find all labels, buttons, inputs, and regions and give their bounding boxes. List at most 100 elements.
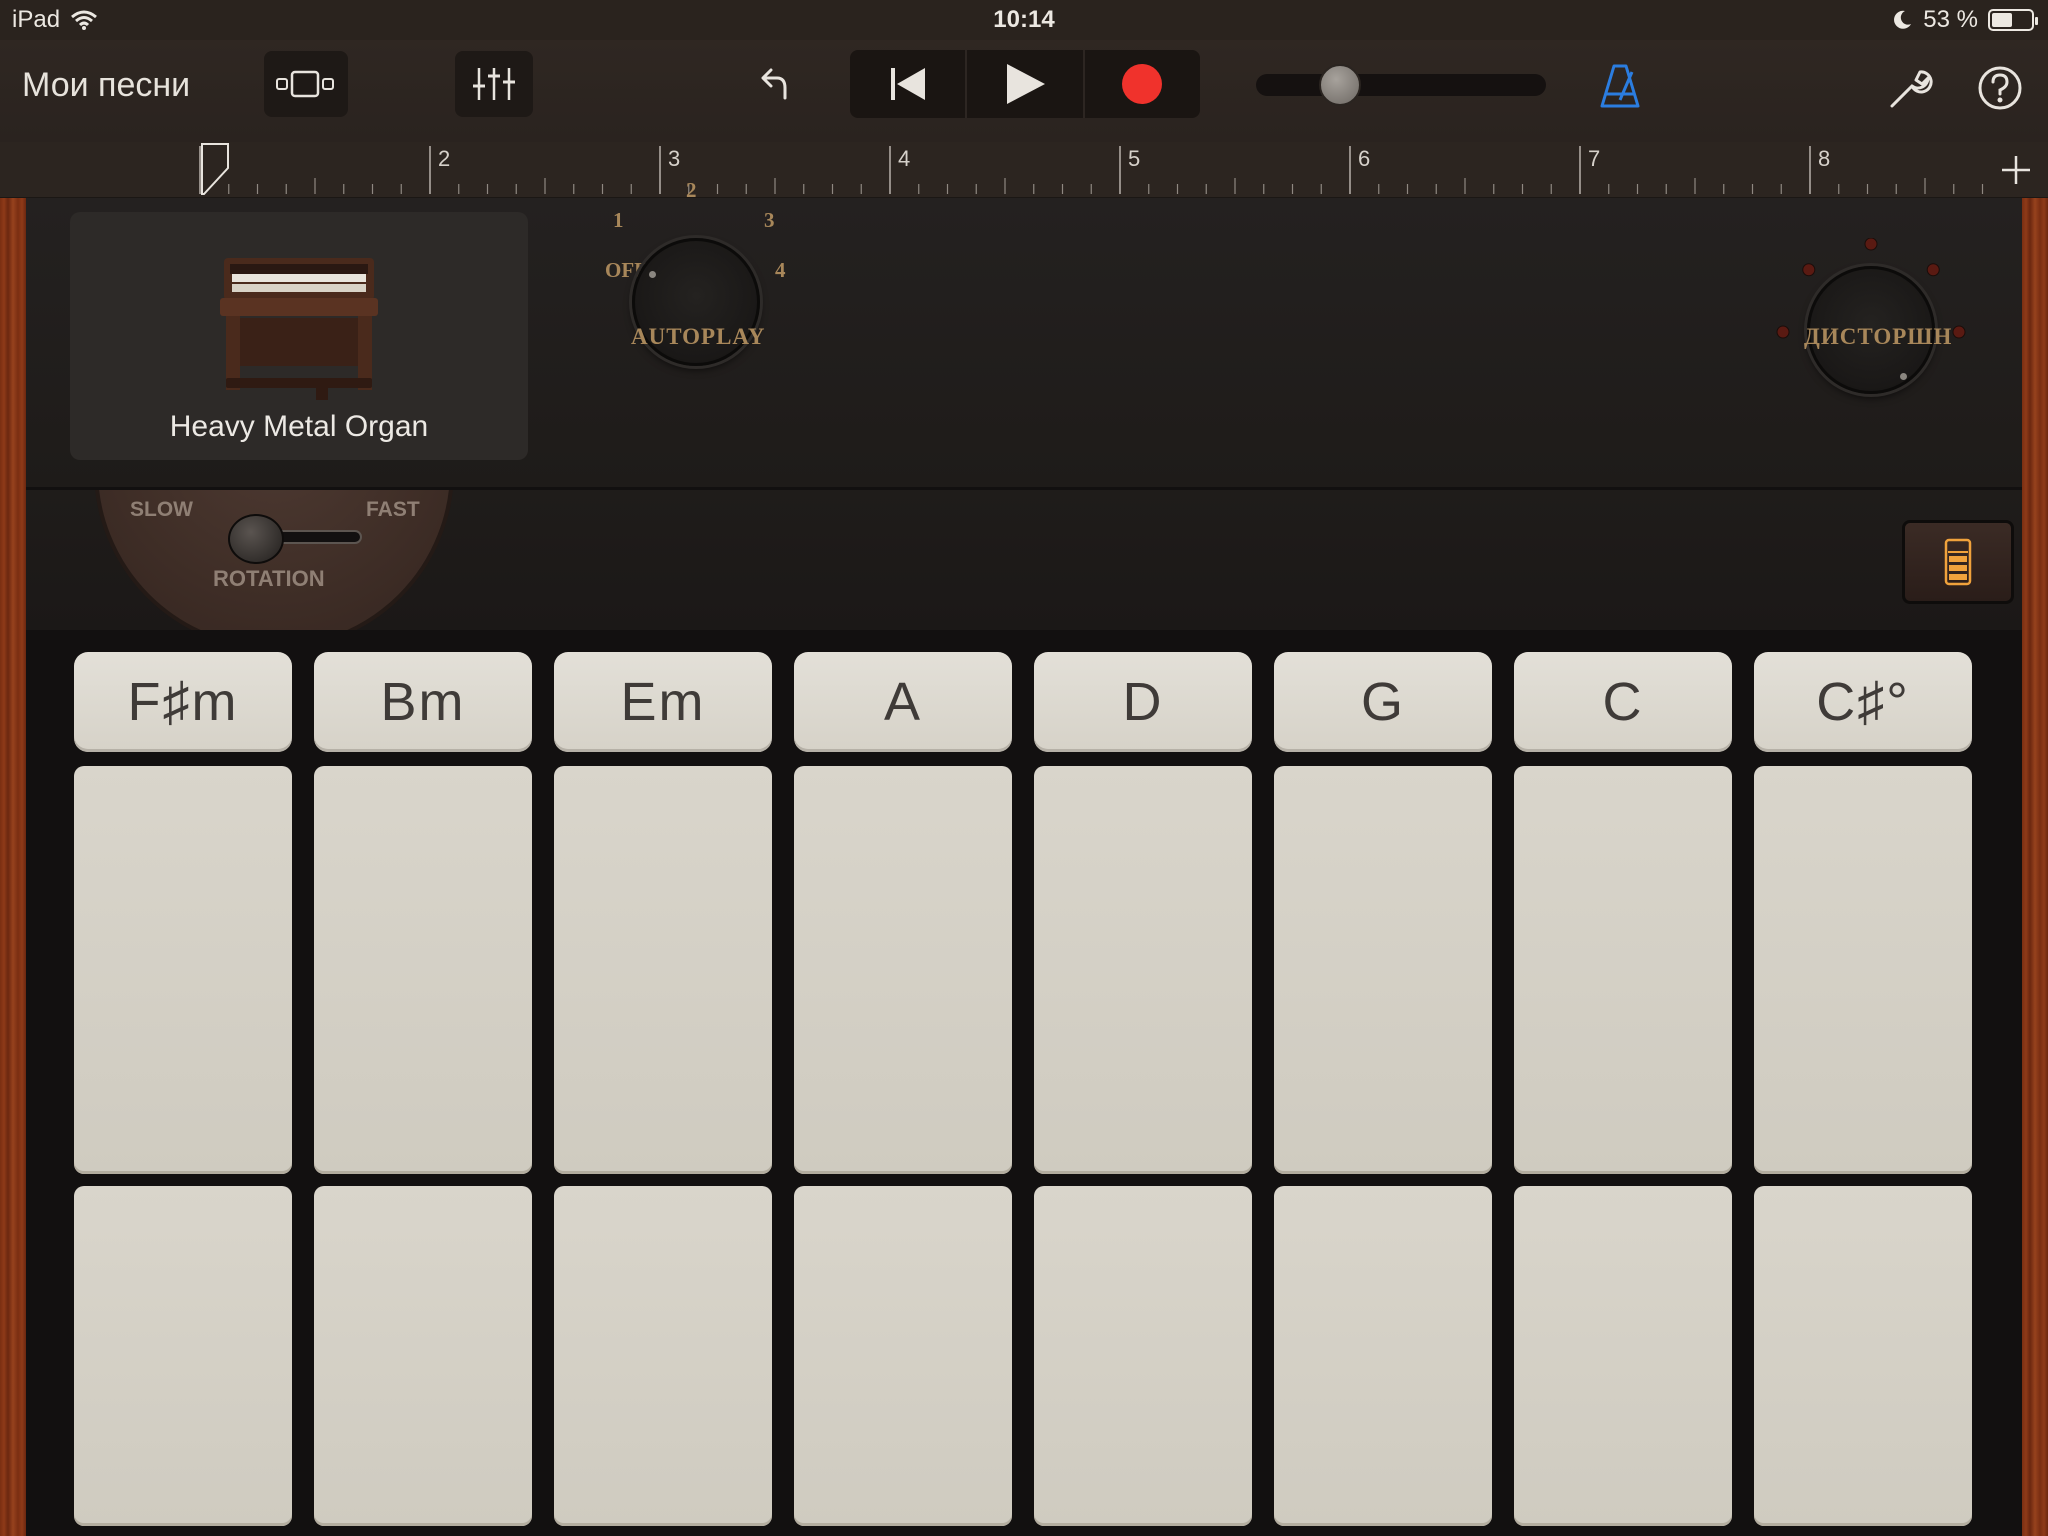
chord-button[interactable]: A [794,652,1012,752]
chord-strip-5: G [1274,652,1492,1526]
distortion-led [1776,325,1790,339]
ruler-bar-number: 3 [668,146,680,171]
plus-icon [2002,156,2030,184]
rotation-slow-label: SLOW [130,498,193,521]
rotation-fast-label: FAST [366,498,420,521]
rewind-button[interactable] [850,50,968,118]
chord-pad-lower[interactable] [794,1186,1012,1526]
instrument-control-panel: Heavy Metal Organ OFF 1 2 3 4 AUTOPLAY Д… [26,178,2022,490]
moon-icon [1894,10,1912,29]
ruler-bar-number: 8 [1818,146,1830,171]
chord-pad-upper[interactable] [1274,766,1492,1174]
autoplay-position-4[interactable]: 4 [775,258,786,283]
timeline-ruler[interactable]: 12345678 [0,142,2048,198]
chord-button[interactable]: G [1274,652,1492,752]
chord-pad-lower[interactable] [1034,1186,1252,1526]
help-icon [1978,66,2022,110]
browser-view-icon [276,70,334,98]
playhead-marker[interactable] [201,143,229,195]
chord-button[interactable]: Bm [314,652,532,752]
status-right: 53 % [1891,6,2038,34]
ruler-ticks: 12345678 [199,143,1984,195]
chord-strip-0: F♯m [74,652,292,1526]
battery-percent: 53 % [1923,6,1978,33]
ruler-bar-number: 5 [1128,146,1140,171]
chord-strip-2: Em [554,652,772,1526]
chord-strip-1: Bm [314,652,532,1526]
record-icon [1122,64,1163,104]
battery-fill [1992,13,2012,27]
mixer-sliders-icon [473,68,515,100]
distortion-label: ДИСТОРШН [1804,324,1953,349]
distortion-led [1864,238,1878,251]
battery-icon [1988,9,2038,31]
instrument-selector[interactable]: Heavy Metal Organ [70,212,528,460]
chord-strip-4: D [1034,652,1252,1526]
autoplay-position-2[interactable]: 2 [686,178,697,203]
status-bar: iPad 10:14 53 % [0,0,2048,40]
chord-strips-icon [1944,538,1972,586]
ruler-bar-number: 6 [1358,146,1370,171]
chord-button[interactable]: F♯m [74,652,292,752]
transport-controls [850,50,1200,118]
rotation-label: ROTATION [213,566,325,591]
undo-icon [761,68,787,100]
undo-button[interactable] [740,54,806,114]
play-icon [1006,64,1045,104]
distortion-led [1926,263,1940,277]
wood-panel-left [0,198,26,1536]
ruler-bar-number: 7 [1588,146,1600,171]
chord-pad-upper[interactable] [314,766,532,1174]
wrench-icon [1890,70,1933,108]
record-button[interactable] [1085,50,1200,118]
autoplay-position-3[interactable]: 3 [764,208,775,233]
chord-pad-lower[interactable] [314,1186,532,1526]
add-section-button[interactable] [2000,154,2036,190]
chord-pad-lower[interactable] [554,1186,772,1526]
chord-pad-lower[interactable] [74,1186,292,1526]
skip-to-start-icon [890,68,925,100]
view-toggle-button[interactable] [264,51,348,117]
wood-panel-right [2022,198,2048,1536]
master-volume-knob[interactable] [1319,64,1362,106]
chord-pad-upper[interactable] [1754,766,1972,1174]
settings-button[interactable] [1880,58,1940,118]
rotation-strip: SLOW FAST ROTATION [26,490,2022,630]
metronome-icon [1600,64,1640,108]
chord-pad-upper[interactable] [554,766,772,1174]
chord-pad-lower[interactable] [1514,1186,1732,1526]
chord-button[interactable]: C♯° [1754,652,1972,752]
chord-pad-lower[interactable] [1274,1186,1492,1526]
organ-icon [220,258,378,400]
chord-button[interactable]: D [1034,652,1252,752]
distortion-led [1802,263,1816,277]
autoplay-knob-indicator [649,271,656,278]
mixer-button[interactable] [455,51,533,117]
status-time: 10:14 [993,6,1055,33]
chord-button[interactable]: C [1514,652,1732,752]
autoplay-label: AUTOPLAY [631,324,766,349]
chords-keyboard-toggle-button[interactable] [1902,520,2014,604]
ruler-bar-number: 2 [438,146,450,171]
ruler-bar-number: 4 [898,146,910,171]
help-button[interactable] [1970,58,2030,118]
chord-pad-upper[interactable] [1514,766,1732,1174]
chord-strips-area: F♯m Bm Em A D G C C♯° [26,630,2022,1536]
toolbar: Мои песни [0,40,2048,142]
chord-pad-upper[interactable] [1034,766,1252,1174]
chord-strip-3: A [794,652,1012,1526]
master-volume-slider[interactable] [1256,74,1546,96]
autoplay-position-1[interactable]: 1 [613,208,624,233]
chord-pad-upper[interactable] [74,766,292,1174]
chord-button[interactable]: Em [554,652,772,752]
chord-strip-6: C [1514,652,1732,1526]
metronome-button[interactable] [1592,58,1648,114]
distortion-knob-indicator [1900,373,1907,380]
chord-strip-7: C♯° [1754,652,1972,1526]
chord-pad-upper[interactable] [794,766,1012,1174]
chord-pad-lower[interactable] [1754,1186,1972,1526]
my-songs-button[interactable]: Мои песни [22,66,190,105]
rotation-switch-knob[interactable] [228,514,284,564]
play-button[interactable] [967,50,1085,118]
distortion-led [1952,325,1966,339]
